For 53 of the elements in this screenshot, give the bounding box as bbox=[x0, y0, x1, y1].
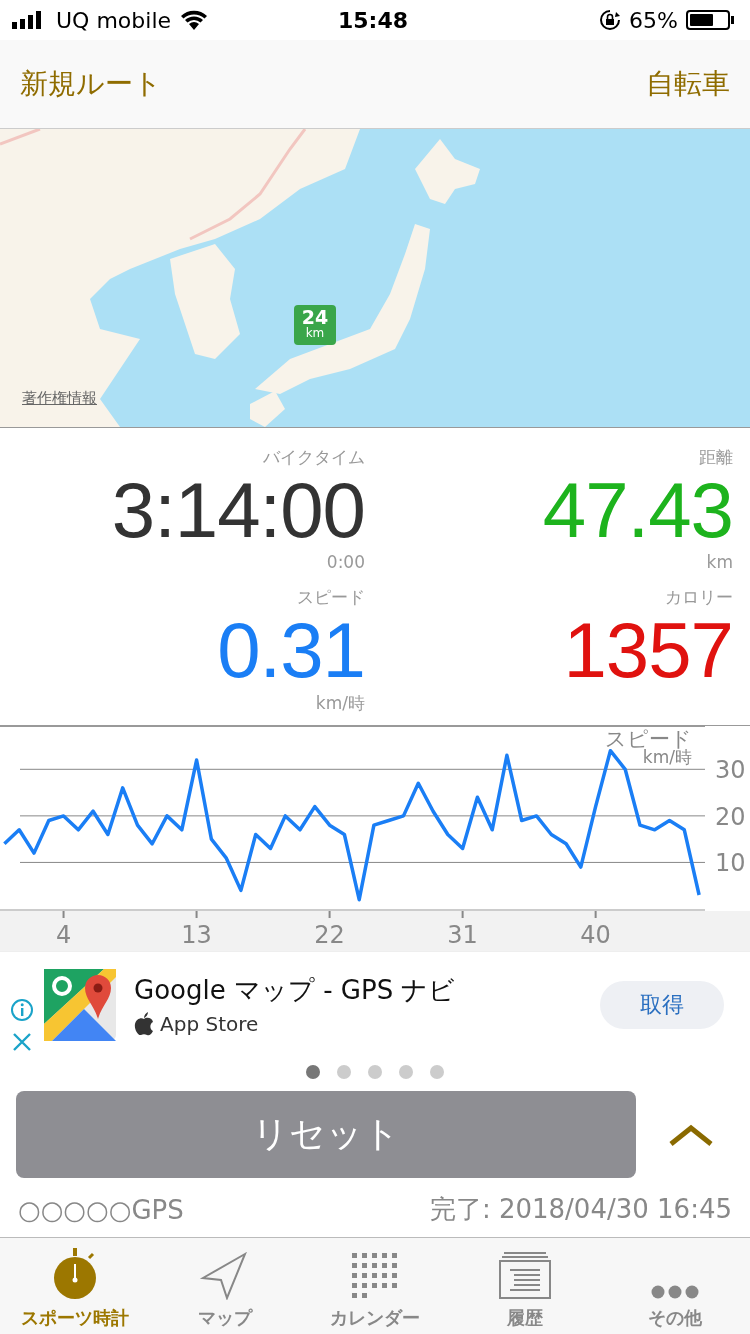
stat-value: 1357 bbox=[563, 608, 733, 692]
page-dot[interactable] bbox=[306, 1065, 320, 1079]
new-route-title[interactable]: 新規ルート bbox=[20, 65, 162, 103]
tab[interactable]: カレンダー bbox=[300, 1238, 450, 1334]
get-button[interactable]: 取得 bbox=[600, 980, 724, 1029]
store-name: App Store bbox=[160, 1012, 259, 1036]
stat-value: 3:14:00 bbox=[111, 468, 365, 552]
x-tick-label: 40 bbox=[580, 921, 611, 949]
finish-time: 完了: 2018/04/30 16:45 bbox=[429, 1193, 732, 1226]
page-dot[interactable] bbox=[368, 1065, 382, 1079]
tab[interactable]: その他 bbox=[600, 1238, 750, 1334]
stat-label: スピード bbox=[297, 586, 365, 608]
page-dot[interactable] bbox=[430, 1065, 444, 1079]
y-tick-label: 20 bbox=[715, 802, 746, 831]
stat-value: 47.43 bbox=[542, 468, 733, 552]
copyright-link[interactable]: 著作権情報 bbox=[22, 389, 97, 408]
gps-status: ○○○○○GPS bbox=[18, 1194, 184, 1225]
battery-icon bbox=[686, 10, 734, 30]
tab[interactable]: 履歴 bbox=[450, 1238, 600, 1334]
stat-label: 距離 bbox=[699, 446, 733, 468]
y-tick-label: 30 bbox=[715, 756, 746, 785]
stat-unit: 0:00 bbox=[326, 552, 365, 574]
clock-time: 15:48 bbox=[338, 7, 408, 33]
x-tick-label: 4 bbox=[55, 921, 72, 949]
y-tick-label: 10 bbox=[715, 849, 746, 878]
close-icon[interactable] bbox=[12, 1031, 32, 1052]
stat-unit: km/時 bbox=[315, 692, 365, 714]
tab[interactable]: スポーツ時計 bbox=[0, 1238, 150, 1334]
info-icon[interactable] bbox=[10, 997, 34, 1022]
x-tick-label: 22 bbox=[314, 921, 345, 949]
more-icon bbox=[651, 1284, 699, 1300]
ad-title[interactable]: Google マップ - GPS ナビ bbox=[134, 973, 600, 1008]
chevron-up-icon[interactable] bbox=[668, 1122, 714, 1147]
stat-label: バイクタイム bbox=[263, 446, 365, 468]
tab[interactable]: マップ bbox=[150, 1238, 300, 1334]
calendar-icon bbox=[351, 1252, 399, 1300]
app-icon bbox=[44, 968, 116, 1041]
stat-unit: km bbox=[706, 552, 733, 574]
x-tick-label: 31 bbox=[447, 921, 478, 949]
page-dot[interactable] bbox=[337, 1065, 351, 1079]
stat-label: カロリー bbox=[665, 586, 733, 608]
x-tick-label: 13 bbox=[181, 921, 212, 949]
battery-percent: 65% bbox=[629, 7, 678, 33]
reset-button[interactable]: リセット bbox=[16, 1091, 636, 1178]
stat-value: 0.31 bbox=[217, 608, 365, 692]
distance-marker[interactable]: 24 km bbox=[294, 305, 336, 345]
carrier-name: UQ mobile bbox=[56, 7, 172, 33]
apple-icon bbox=[134, 1012, 154, 1036]
wifi-icon bbox=[179, 9, 210, 31]
rotation-lock-icon bbox=[599, 9, 622, 31]
document-icon bbox=[498, 1252, 552, 1300]
page-dot[interactable] bbox=[399, 1065, 413, 1079]
bicycle-button[interactable]: 自転車 bbox=[646, 65, 730, 103]
